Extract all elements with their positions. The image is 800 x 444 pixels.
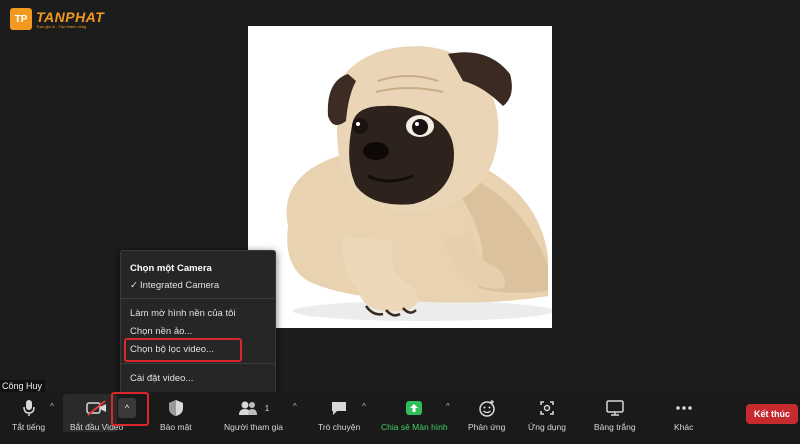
security-button[interactable]: Bảo mật xyxy=(160,398,192,432)
participants-button[interactable]: 1 Người tham gia xyxy=(224,398,283,432)
highlight-video-caret-box xyxy=(111,392,149,426)
apps-button[interactable]: Ứng dụng xyxy=(528,398,566,432)
checkmark-icon: ✓ xyxy=(130,280,138,291)
smiley-plus-icon xyxy=(478,398,496,418)
logo-name: TANPHAT xyxy=(36,8,105,25)
tanphat-logo: TP TANPHAT Trao giá trị - Tạo thành công xyxy=(10,8,104,30)
logo-tagline: Trao giá trị - Tạo thành công xyxy=(36,23,87,29)
tanphat-logo-mark: TP xyxy=(10,8,32,30)
share-screen-label: Chia sẻ Màn hình xyxy=(381,422,448,432)
chat-icon xyxy=(330,398,348,418)
microphone-icon xyxy=(22,398,36,418)
reactions-label: Phản ứng xyxy=(468,422,506,432)
share-options-caret-icon[interactable]: ^ xyxy=(446,402,450,411)
participants-options-caret-icon[interactable]: ^ xyxy=(293,402,297,411)
apps-icon xyxy=(538,398,556,418)
reactions-button[interactable]: Phản ứng xyxy=(468,398,505,432)
participants-count-badge: 1 xyxy=(264,403,270,413)
chat-options-caret-icon[interactable]: ^ xyxy=(362,402,366,411)
tanphat-logo-text: TANPHAT Trao giá trị - Tạo thành công xyxy=(36,10,104,29)
apps-label: Ứng dụng xyxy=(528,422,566,432)
menu-title: Chọn một Camera xyxy=(130,263,212,274)
video-off-icon xyxy=(85,398,108,418)
mute-button[interactable]: Tắt tiếng xyxy=(12,398,45,432)
whiteboard-label: Bảng trắng xyxy=(594,422,636,432)
more-button[interactable]: Khác xyxy=(674,398,693,432)
menu-item-choose-background[interactable]: Chọn nền ảo... xyxy=(130,326,192,337)
chat-button[interactable]: Trò chuyện xyxy=(318,398,360,432)
mute-label: Tắt tiếng xyxy=(12,422,46,432)
pug-illustration xyxy=(248,26,552,328)
camera-options-menu: Chọn một Camera ✓ Integrated Camera Làm m… xyxy=(120,250,276,394)
chat-label: Trò chuyện xyxy=(318,422,361,432)
end-meeting-button[interactable]: Kết thúc xyxy=(746,404,798,424)
whiteboard-icon xyxy=(606,398,624,418)
zoom-meeting-window: TP TANPHAT Trao giá trị - Tạo thành công xyxy=(0,0,800,444)
share-screen-icon xyxy=(405,398,423,418)
whiteboard-button[interactable]: Bảng trắng xyxy=(594,398,636,432)
video-preview-pug-image xyxy=(248,26,552,328)
participants-label: Người tham gia xyxy=(224,422,283,432)
participants-icon: 1 xyxy=(238,398,269,418)
menu-item-integrated-camera[interactable]: ✓ Integrated Camera xyxy=(130,280,219,291)
highlight-video-filter-box xyxy=(124,338,242,362)
share-screen-button[interactable]: Chia sẻ Màn hình xyxy=(381,398,448,432)
more-label: Khác xyxy=(674,422,694,432)
menu-divider xyxy=(121,298,275,299)
more-dots-icon xyxy=(675,398,693,418)
menu-item-label: Integrated Camera xyxy=(140,280,220,291)
menu-item-blur-background[interactable]: Làm mờ hình nền của tôi xyxy=(130,308,236,319)
mute-options-caret-icon[interactable]: ^ xyxy=(50,402,54,411)
security-label: Bảo mật xyxy=(160,422,192,432)
shield-icon xyxy=(168,398,184,418)
menu-divider xyxy=(121,363,275,364)
menu-item-video-settings[interactable]: Cài đặt video... xyxy=(130,373,193,384)
